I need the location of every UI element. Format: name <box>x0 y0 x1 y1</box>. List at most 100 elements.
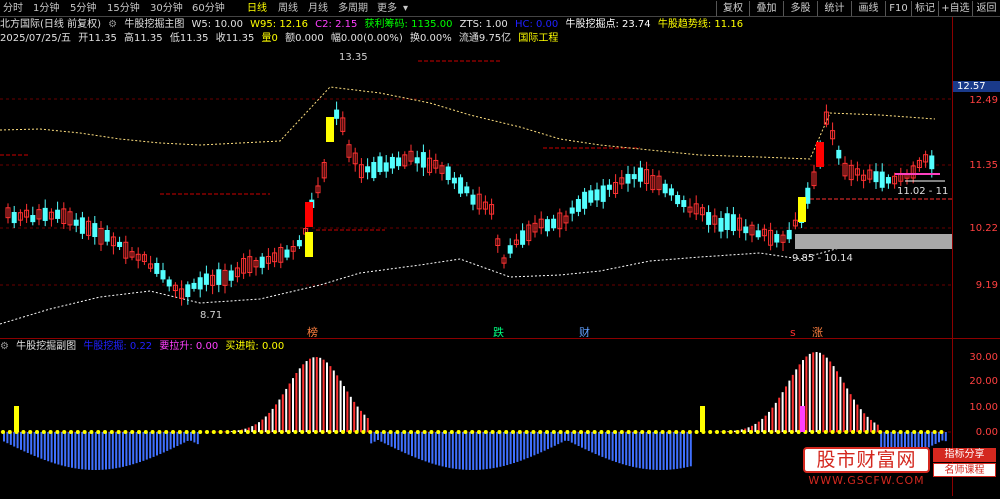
sub-signal-bar <box>700 406 705 432</box>
point-value: 23.74 <box>622 18 651 32</box>
event-marker-1[interactable]: 榜 <box>307 325 318 337</box>
sub-bar <box>683 432 685 468</box>
sub-dot <box>688 430 692 434</box>
sub-dot <box>640 430 644 434</box>
period-tab-1min[interactable]: 1分钟 <box>33 2 59 15</box>
sub-bar <box>316 357 318 432</box>
sub-dot <box>742 430 746 434</box>
sub-bar <box>88 432 90 470</box>
candle-body <box>31 216 35 222</box>
period-tab-15min[interactable]: 15分钟 <box>107 2 140 15</box>
sub-dot <box>164 430 168 434</box>
amount-label: 额 <box>285 33 295 44</box>
w5-value: 10.00 <box>214 18 243 32</box>
sub-dot <box>552 430 556 434</box>
candle-body <box>607 185 611 189</box>
close-label: 收 <box>216 33 226 44</box>
sub-bar <box>867 417 869 432</box>
period-tab-fenshi[interactable]: 分时 <box>3 2 23 15</box>
signal-bar <box>798 197 806 222</box>
candle-body <box>886 178 890 183</box>
candle-body <box>366 167 370 172</box>
draw-line-button[interactable]: 画线 <box>851 1 885 16</box>
sub-bar <box>363 415 365 432</box>
sub-bar <box>771 408 773 432</box>
kline-chart[interactable]: 13.35 8.71 11.02 - 11 9.85 - 10.14 榜 跌 财… <box>0 47 952 337</box>
candle-body <box>669 189 673 195</box>
sub-dot <box>443 430 447 434</box>
price-axis-label-3: 10.22 <box>969 223 998 234</box>
sub-bar <box>64 432 66 466</box>
sub-bar <box>469 432 471 470</box>
quote-date: 2025/07/25/五 <box>0 32 71 46</box>
candle-body <box>731 215 735 231</box>
fuquan-button[interactable]: 复权 <box>716 1 749 16</box>
add-watchlist-button[interactable]: +自选 <box>938 1 972 16</box>
sub-dot <box>280 430 284 434</box>
sub-bar <box>652 432 654 470</box>
period-tab-60min[interactable]: 60分钟 <box>192 2 225 15</box>
sub-bar <box>302 364 304 432</box>
sub-dot <box>633 430 637 434</box>
sub-dot <box>627 430 631 434</box>
sub-bar <box>591 432 593 452</box>
period-tab-5min[interactable]: 5分钟 <box>70 2 96 15</box>
sub-bar <box>115 432 117 468</box>
sub-bar <box>163 432 165 452</box>
sub-dot <box>55 430 59 434</box>
sub-bar <box>578 432 580 446</box>
panel-divider[interactable] <box>0 338 1000 339</box>
candle-body <box>372 163 376 178</box>
event-marker-2[interactable]: 跌 <box>493 325 504 337</box>
period-tab-monthly[interactable]: 月线 <box>308 2 328 15</box>
sub-bar <box>401 432 403 452</box>
sub-bar <box>486 432 488 469</box>
candle-body <box>80 218 84 233</box>
sub-dot <box>559 430 563 434</box>
sub-bar <box>425 432 427 461</box>
overlay-button[interactable]: 叠加 <box>749 1 783 16</box>
sub-bar <box>282 394 284 432</box>
period-tab-daily[interactable]: 日线 <box>247 2 267 15</box>
price-axis-label-4: 9.19 <box>976 280 998 291</box>
sub-bar <box>190 432 192 441</box>
more-dropdown-icon[interactable]: ▾ <box>403 2 408 15</box>
sub-dot <box>858 430 862 434</box>
sub-dot <box>776 430 780 434</box>
sub-bar <box>153 432 155 457</box>
sub-dot <box>253 430 257 434</box>
indicator-name[interactable]: 牛股挖掘主图 <box>124 18 184 32</box>
sub-bar <box>673 432 675 469</box>
watermark-url: WWW.GSCFW.COM <box>803 474 930 488</box>
indicator-gear-icon[interactable]: ⚙ <box>108 18 117 32</box>
back-button[interactable]: 返回 <box>972 1 1000 16</box>
sub-bar <box>166 432 168 451</box>
event-marker-4[interactable]: s <box>790 326 796 337</box>
sub-bar <box>34 432 36 456</box>
mark-button[interactable]: 标记 <box>911 1 938 16</box>
turn-label: 换 <box>410 33 420 44</box>
f10-button[interactable]: F10 <box>885 1 911 16</box>
period-tab-more[interactable]: 更多 <box>377 2 397 15</box>
sub-bar <box>47 432 49 461</box>
period-tab-30min[interactable]: 30分钟 <box>150 2 183 15</box>
sub-bar <box>391 432 393 447</box>
multi-stock-button[interactable]: 多股 <box>783 1 817 16</box>
event-marker-3[interactable]: 财 <box>579 325 590 337</box>
stats-button[interactable]: 统计 <box>817 1 851 16</box>
sub-bar <box>343 386 345 432</box>
period-tab-multi[interactable]: 多周期 <box>338 2 368 15</box>
candles <box>6 102 934 306</box>
sub-bar <box>156 432 158 455</box>
period-tab-weekly[interactable]: 周线 <box>278 2 298 15</box>
sub-bar <box>57 432 59 465</box>
main-chart-panel[interactable]: 13.35 8.71 11.02 - 11 9.85 - 10.14 榜 跌 财… <box>0 47 952 337</box>
sub-dot <box>865 430 869 434</box>
candle-body <box>707 213 711 225</box>
concept-tag[interactable]: 国际工程 <box>518 32 558 46</box>
sub-bar <box>13 432 15 447</box>
sub-bar <box>928 432 930 447</box>
event-marker-5[interactable]: 涨 <box>812 326 823 337</box>
sub-bar <box>605 432 607 458</box>
sub-bar <box>146 432 148 460</box>
